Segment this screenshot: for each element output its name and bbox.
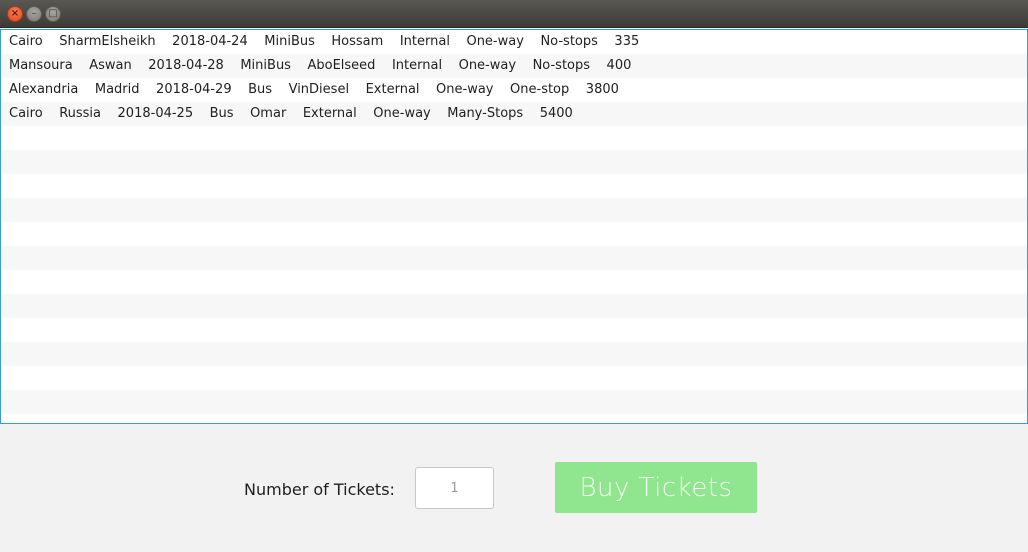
list-item-empty	[1, 222, 1027, 246]
list-item-empty	[1, 342, 1027, 366]
list-item[interactable]: Mansoura Aswan 2018-04-28 MiniBus AboEls…	[1, 54, 1027, 78]
list-item[interactable]: Cairo Russia 2018-04-25 Bus Omar Externa…	[1, 102, 1027, 126]
app-window: × – □ Cairo SharmElsheikh 2018-04-24 Min…	[0, 0, 1028, 552]
title-bar: × – □	[0, 0, 1028, 28]
list-item-empty	[1, 246, 1027, 270]
list-item-empty	[1, 126, 1027, 150]
list-item-empty	[1, 174, 1027, 198]
list-item-empty	[1, 414, 1027, 423]
list-item-empty	[1, 318, 1027, 342]
tickets-label: Number of Tickets:	[244, 480, 395, 499]
purchase-panel: Number of Tickets: Buy Tickets	[0, 424, 1028, 552]
list-item-empty	[1, 390, 1027, 414]
list-item[interactable]: Cairo SharmElsheikh 2018-04-24 MiniBus H…	[1, 30, 1027, 54]
minimize-icon: –	[31, 8, 37, 19]
list-item-empty	[1, 366, 1027, 390]
list-item-empty	[1, 150, 1027, 174]
tickets-quantity-input[interactable]	[415, 467, 494, 509]
buy-tickets-button[interactable]: Buy Tickets	[555, 462, 757, 513]
maximize-window-button[interactable]: □	[45, 6, 61, 22]
close-icon: ×	[10, 8, 20, 19]
list-item-empty	[1, 270, 1027, 294]
minimize-window-button[interactable]: –	[26, 6, 42, 22]
list-item-empty	[1, 294, 1027, 318]
list-item-empty	[1, 198, 1027, 222]
trips-list[interactable]: Cairo SharmElsheikh 2018-04-24 MiniBus H…	[0, 29, 1028, 424]
list-item[interactable]: Alexandria Madrid 2018-04-29 Bus VinDies…	[1, 78, 1027, 102]
maximize-icon: □	[48, 8, 58, 19]
close-window-button[interactable]: ×	[7, 6, 23, 22]
